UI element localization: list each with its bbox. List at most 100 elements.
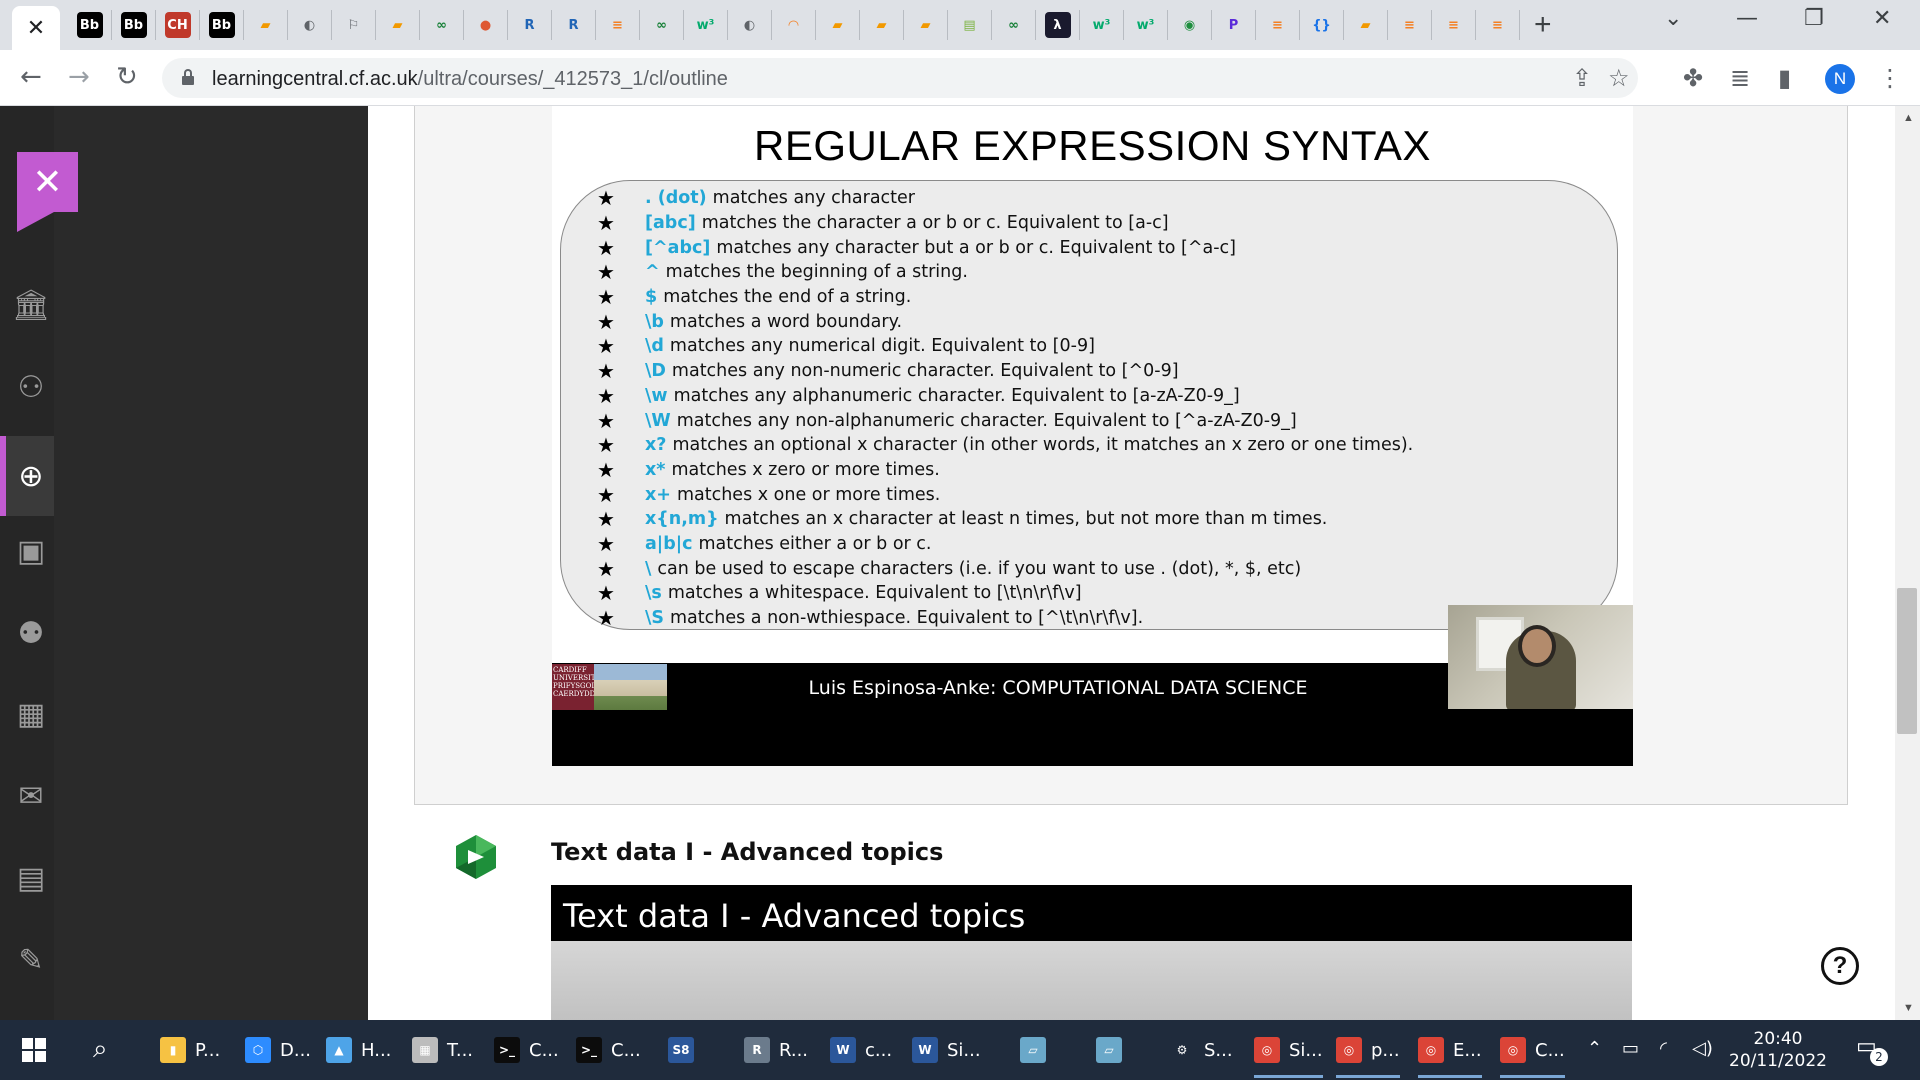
browser-tab[interactable]: w³ bbox=[684, 10, 728, 40]
side-panel-icon[interactable]: ▮ bbox=[1778, 64, 1791, 92]
browser-tab[interactable]: ⚐ bbox=[332, 10, 376, 40]
taskbar-app[interactable]: ⚙ S... bbox=[1169, 1030, 1233, 1070]
taskbar-app[interactable]: ◎ E... bbox=[1418, 1030, 1482, 1078]
taskbar-app[interactable]: W Si... bbox=[912, 1030, 981, 1070]
back-arrow-icon[interactable]: ← bbox=[20, 62, 42, 92]
search-icon[interactable]: ⌕ bbox=[93, 1034, 108, 1065]
browser-tab[interactable]: P bbox=[1212, 10, 1256, 40]
page-scrollbar[interactable]: ▲ ▼ bbox=[1895, 106, 1920, 1020]
wifi-icon[interactable]: ◜ bbox=[1660, 1038, 1667, 1059]
institution-icon[interactable]: 🏛 bbox=[12, 288, 50, 323]
browser-tab[interactable]: ∞ bbox=[992, 10, 1036, 40]
browser-tab[interactable]: ≡ bbox=[1476, 10, 1520, 40]
browser-tab[interactable]: ▰ bbox=[904, 10, 948, 40]
volume-speaker-icon[interactable]: ◁) bbox=[1692, 1038, 1713, 1059]
browser-tab[interactable]: ▰ bbox=[1344, 10, 1388, 40]
browser-tab[interactable]: w³ bbox=[1124, 10, 1168, 40]
active-tab[interactable]: ✕ bbox=[12, 6, 60, 50]
content-item-title[interactable]: Text data I - Advanced topics bbox=[551, 838, 943, 866]
taskbar-app[interactable]: R R... bbox=[744, 1030, 808, 1070]
taskbar-app[interactable]: ▱ bbox=[1096, 1030, 1131, 1070]
calendar-icon[interactable]: ▦ bbox=[14, 697, 48, 732]
taskbar-app[interactable]: Wc... bbox=[830, 1030, 892, 1070]
share-icon[interactable]: ⇪ bbox=[1572, 64, 1592, 92]
address-bar[interactable]: learningcentral.cf.ac.uk/ultra/courses/_… bbox=[162, 58, 1638, 98]
browser-tab[interactable]: R bbox=[508, 10, 552, 40]
browser-tab[interactable]: Bb bbox=[200, 10, 244, 40]
close-tab-icon[interactable]: ✕ bbox=[27, 15, 45, 41]
browser-tab[interactable]: {} bbox=[1300, 10, 1344, 40]
minimize-icon[interactable]: — bbox=[1736, 6, 1758, 31]
taskbar-app[interactable]: >_ C... bbox=[494, 1030, 559, 1070]
tab-search-icon[interactable]: ⌄ bbox=[1664, 6, 1682, 31]
profile-avatar[interactable]: N bbox=[1825, 64, 1855, 94]
taskbar-app[interactable]: >_ C... bbox=[576, 1030, 641, 1070]
close-course-button[interactable]: ✕ bbox=[17, 152, 78, 212]
browser-tab[interactable]: Bb bbox=[68, 10, 112, 40]
regex-token: \d bbox=[645, 336, 664, 357]
courses-globe-icon[interactable]: ⊕ bbox=[14, 459, 48, 494]
messages-envelope-icon[interactable]: ✉ bbox=[14, 779, 48, 814]
browser-tab[interactable]: ◉ bbox=[1168, 10, 1212, 40]
taskbar-app[interactable]: ◎ Si... bbox=[1254, 1030, 1323, 1078]
browser-tab[interactable]: ◠ bbox=[772, 10, 816, 40]
browser-tab[interactable]: λ bbox=[1036, 10, 1080, 40]
browser-tab[interactable]: ∞ bbox=[640, 10, 684, 40]
scroll-up-arrow-icon[interactable]: ▲ bbox=[1903, 112, 1914, 124]
globe-icon: ◐ bbox=[736, 12, 763, 38]
browser-tab[interactable]: ≡ bbox=[1432, 10, 1476, 40]
groups-people-icon[interactable]: ⚉ bbox=[14, 616, 48, 651]
taskbar-app[interactable]: ⬡ D... bbox=[245, 1030, 311, 1070]
organizations-icon[interactable]: ▣ bbox=[14, 534, 48, 569]
profile-user-icon[interactable]: ⚇ bbox=[14, 370, 48, 405]
taskbar-app[interactable]: ▲ H... bbox=[326, 1030, 391, 1070]
browser-tab[interactable]: ● bbox=[464, 10, 508, 40]
browser-tab[interactable]: w³ bbox=[1080, 10, 1124, 40]
taskbar-app[interactable]: ◎ p... bbox=[1336, 1030, 1400, 1078]
video-preview[interactable]: Text data I - Advanced topics bbox=[551, 885, 1632, 1020]
taskbar-app[interactable]: ▱ bbox=[1020, 1030, 1055, 1070]
browser-tab[interactable]: Bb bbox=[112, 10, 156, 40]
browser-tab[interactable]: ▰ bbox=[244, 10, 288, 40]
grades-icon[interactable]: ▤ bbox=[14, 861, 48, 896]
taskbar-app[interactable]: ◎ C... bbox=[1500, 1030, 1565, 1078]
help-question-icon[interactable]: ? bbox=[1821, 947, 1859, 985]
notification-center-icon[interactable]: ▭ 2 bbox=[1856, 1034, 1888, 1066]
browser-tab[interactable]: ▤ bbox=[948, 10, 992, 40]
scroll-down-arrow-icon[interactable]: ▼ bbox=[1903, 1002, 1914, 1014]
show-hidden-icons-chevron-icon[interactable]: ⌃ bbox=[1587, 1038, 1602, 1059]
bookmark-star-icon[interactable]: ☆ bbox=[1608, 64, 1630, 92]
browser-tab[interactable]: ▰ bbox=[816, 10, 860, 40]
forward-arrow-icon[interactable]: → bbox=[68, 62, 90, 92]
restore-icon[interactable]: ❐ bbox=[1804, 6, 1824, 31]
tools-icon[interactable]: ✎ bbox=[14, 943, 48, 978]
browser-tab[interactable]: CH bbox=[156, 10, 200, 40]
reload-icon[interactable]: ↻ bbox=[116, 62, 138, 92]
close-window-icon[interactable]: ✕ bbox=[1873, 6, 1891, 31]
lock-icon[interactable] bbox=[182, 69, 194, 85]
browser-tab[interactable]: ◐ bbox=[728, 10, 772, 40]
extensions-puzzle-icon[interactable]: ✤ bbox=[1683, 64, 1703, 92]
windows-start-icon[interactable] bbox=[22, 1038, 46, 1062]
browser-tab[interactable]: ▰ bbox=[376, 10, 420, 40]
media-control-icon[interactable]: ≣ bbox=[1730, 64, 1750, 92]
url-text[interactable]: learningcentral.cf.ac.uk/ultra/courses/_… bbox=[212, 68, 728, 91]
browser-tab[interactable]: ∞ bbox=[420, 10, 464, 40]
browser-tab[interactable]: R bbox=[552, 10, 596, 40]
browser-tab[interactable]: ≡ bbox=[596, 10, 640, 40]
new-tab-button[interactable]: + bbox=[1534, 8, 1552, 42]
browser-tab[interactable]: ≡ bbox=[1388, 10, 1432, 40]
scroll-thumb[interactable] bbox=[1897, 588, 1917, 734]
star-bullet-icon: ★ bbox=[597, 285, 615, 310]
browser-tab[interactable]: ▰ bbox=[860, 10, 904, 40]
regex-token: $ bbox=[645, 287, 658, 308]
taskbar-app[interactable]: ▮ P... bbox=[160, 1030, 220, 1070]
taskbar-app[interactable]: ▦ T... bbox=[412, 1030, 473, 1070]
system-clock[interactable]: 20:40 20/11/2022 bbox=[1726, 1028, 1830, 1072]
browser-tab[interactable]: ◐ bbox=[288, 10, 332, 40]
battery-icon[interactable]: ▭ bbox=[1622, 1038, 1639, 1059]
lecture-slide[interactable]: REGULAR EXPRESSION SYNTAX ★. (dot) matche… bbox=[552, 106, 1633, 766]
browser-tab[interactable]: ≡ bbox=[1256, 10, 1300, 40]
taskbar-app[interactable]: S8 bbox=[668, 1030, 703, 1070]
menu-kebab-icon[interactable]: ⋮ bbox=[1878, 64, 1902, 92]
